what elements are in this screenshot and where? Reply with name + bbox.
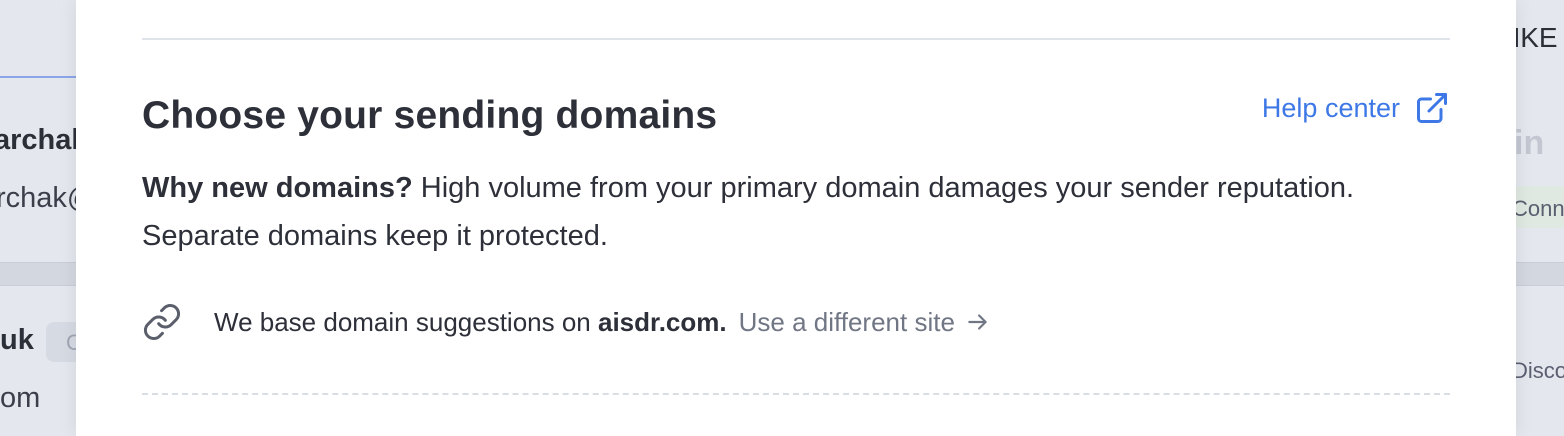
- background-status-label: Conn: [1512, 196, 1564, 221]
- use-different-site-link[interactable]: Use a different site: [739, 307, 991, 338]
- external-link-icon: [1417, 93, 1447, 123]
- background-row-divider: [0, 262, 76, 286]
- suggestion-text: We base domain suggestions on aisdr.com.: [214, 307, 727, 338]
- linkedin-icon: in: [1514, 124, 1545, 162]
- domain-suggestion-row: We base domain suggestions on aisdr.com.…: [142, 302, 991, 342]
- modal-top-divider: [142, 38, 1450, 40]
- sending-domains-modal: Choose your sending domains Help center …: [76, 0, 1516, 436]
- background-tab-underline: [0, 76, 76, 78]
- background-contact-email: rchak@: [0, 182, 76, 214]
- modal-title: Choose your sending domains: [142, 94, 718, 137]
- section-dashed-divider: [142, 393, 1450, 395]
- link-icon: [143, 303, 181, 341]
- background-row-divider-right: [1516, 262, 1564, 286]
- background-contact-email-2: om: [0, 382, 41, 414]
- background-contact-name: archak: [0, 124, 76, 156]
- background-left-panel: archak rchak@ uk C om: [0, 0, 76, 436]
- modal-description: Why new domains? High volume from your p…: [142, 164, 1392, 260]
- background-chip-label: C: [66, 330, 76, 355]
- background-contact-name-2: uk: [0, 324, 34, 356]
- background-disconnect-label: Disco: [1512, 358, 1564, 383]
- help-center-link[interactable]: Help center: [1262, 90, 1450, 126]
- suggestion-domain: aisdr.com.: [597, 306, 727, 337]
- suggestion-prefix: We base domain suggestions on: [214, 306, 598, 337]
- description-lead: Why new domains?: [142, 172, 413, 204]
- help-center-label: Help center: [1261, 92, 1400, 123]
- use-different-site-label: Use a different site: [738, 306, 955, 337]
- arrow-right-icon: [968, 314, 987, 330]
